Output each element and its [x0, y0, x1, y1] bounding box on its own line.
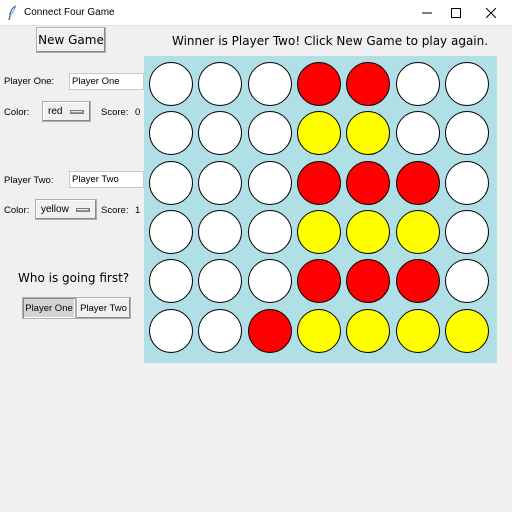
board-cell-red[interactable] [346, 62, 390, 106]
board-cell-empty[interactable] [248, 259, 292, 303]
player-two-color-label: Color: [4, 205, 30, 216]
player-two-color-value: yellow [41, 204, 69, 215]
board-cell-empty[interactable] [149, 111, 193, 155]
close-button[interactable] [474, 0, 508, 26]
board-cell-red[interactable] [396, 259, 440, 303]
board-cell-yellow[interactable] [396, 210, 440, 254]
status-message: Winner is Player Two! Click New Game to … [172, 34, 489, 48]
player-one-color-select[interactable]: red [42, 101, 91, 122]
title-bar: Connect Four Game [0, 0, 512, 26]
minimize-icon [422, 12, 432, 14]
board-cell-empty[interactable] [248, 62, 292, 106]
board-cell-empty[interactable] [248, 210, 292, 254]
player-one-score-value: 0 [135, 107, 141, 118]
board-cell-yellow[interactable] [346, 309, 390, 353]
board-cell-empty[interactable] [149, 309, 193, 353]
board-cell-yellow[interactable] [396, 309, 440, 353]
first-player-option-player-two[interactable]: Player Two [76, 297, 131, 319]
board-cell-empty[interactable] [198, 111, 242, 155]
board-cell-empty[interactable] [445, 111, 489, 155]
option-menu-indicator-icon [76, 208, 90, 212]
board-cell-empty[interactable] [396, 111, 440, 155]
board-cell-empty[interactable] [445, 210, 489, 254]
board-cell-empty[interactable] [198, 259, 242, 303]
player-one-name-field[interactable]: Player One [69, 73, 144, 90]
player-two-score-value: 1 [135, 205, 141, 216]
board-cell-red[interactable] [248, 309, 292, 353]
board-cell-red[interactable] [297, 161, 341, 205]
player-two-label: Player Two: [4, 175, 54, 186]
game-board[interactable] [144, 56, 497, 363]
board-cell-yellow[interactable] [297, 309, 341, 353]
new-game-button[interactable]: New Game [36, 27, 106, 53]
window-title: Connect Four Game [24, 7, 115, 18]
board-cell-yellow[interactable] [445, 309, 489, 353]
feather-icon [8, 5, 17, 21]
maximize-icon [451, 8, 461, 18]
board-cell-yellow[interactable] [297, 111, 341, 155]
board-cell-empty[interactable] [248, 161, 292, 205]
player-one-color-label: Color: [4, 107, 30, 118]
board-cell-empty[interactable] [198, 210, 242, 254]
option-menu-indicator-icon [70, 110, 84, 114]
board-cell-yellow[interactable] [297, 210, 341, 254]
player-one-label: Player One: [4, 76, 55, 87]
player-one-score-label: Score: [101, 107, 129, 118]
board-cell-empty[interactable] [198, 309, 242, 353]
player-two-score-label: Score: [101, 205, 129, 216]
player-two-color-select[interactable]: yellow [35, 199, 97, 220]
board-cell-empty[interactable] [248, 111, 292, 155]
board-cell-empty[interactable] [149, 161, 193, 205]
board-cell-red[interactable] [346, 259, 390, 303]
board-cell-yellow[interactable] [346, 210, 390, 254]
board-cell-empty[interactable] [149, 210, 193, 254]
board-cell-red[interactable] [297, 259, 341, 303]
board-cell-red[interactable] [396, 161, 440, 205]
board-cell-empty[interactable] [445, 259, 489, 303]
board-cell-empty[interactable] [149, 62, 193, 106]
board-cell-empty[interactable] [149, 259, 193, 303]
board-cell-empty[interactable] [198, 161, 242, 205]
board-cell-empty[interactable] [396, 62, 440, 106]
player-two-name-field[interactable]: Player Two [69, 171, 144, 188]
first-player-prompt: Who is going first? [18, 271, 130, 285]
close-icon [486, 8, 496, 18]
maximize-button[interactable] [439, 0, 473, 26]
board-cell-red[interactable] [346, 161, 390, 205]
board-cell-red[interactable] [297, 62, 341, 106]
board-cell-empty[interactable] [445, 62, 489, 106]
first-player-option-player-one[interactable]: Player One [22, 297, 76, 319]
board-cell-yellow[interactable] [346, 111, 390, 155]
board-cell-empty[interactable] [198, 62, 242, 106]
player-one-color-value: red [48, 106, 63, 117]
board-cell-empty[interactable] [445, 161, 489, 205]
